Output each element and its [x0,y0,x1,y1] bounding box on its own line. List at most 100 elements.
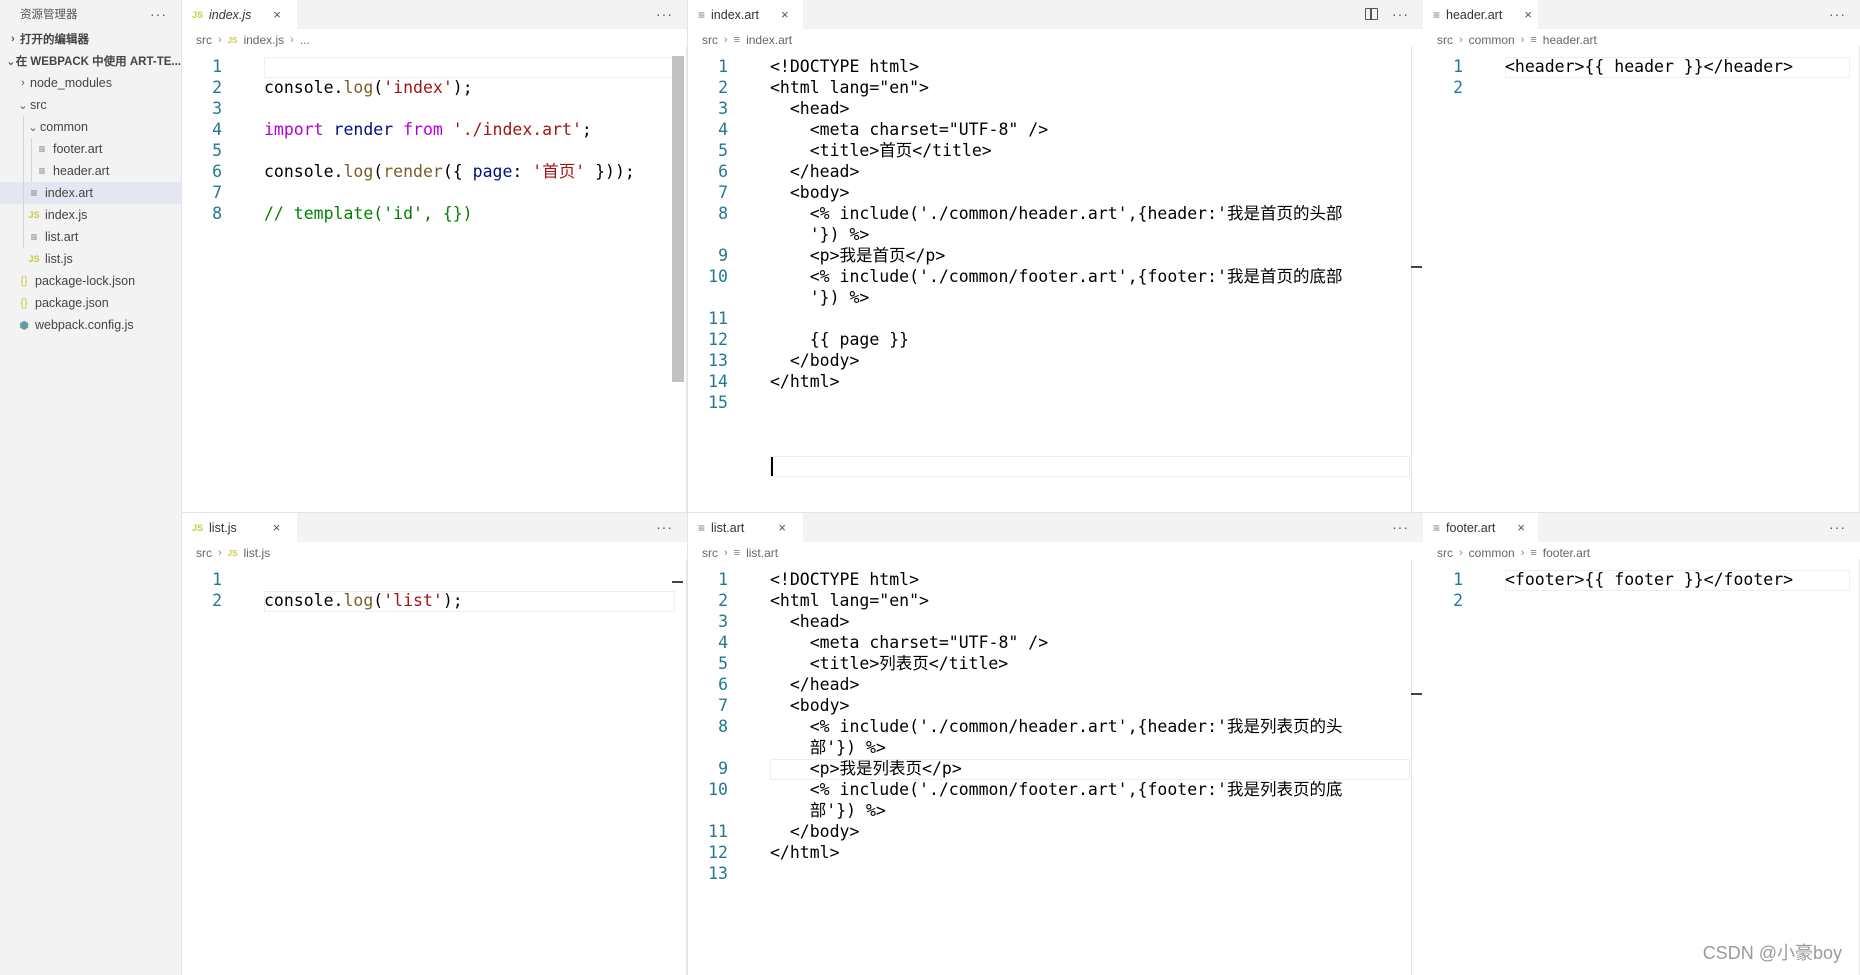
line-number: 9 [718,246,728,265]
tree-indent-guide [23,116,24,248]
breadcrumb-item[interactable]: list.js [243,546,270,560]
line-number: 2 [718,78,728,97]
line-number: 4 [718,633,728,652]
line-number: 8 [718,204,728,223]
code-line: <meta charset="UTF-8" /> [770,633,1049,652]
close-icon[interactable]: × [273,520,281,535]
watermark: CSDN @小豪boy [1702,943,1842,963]
breadcrumb-item[interactable]: index.js [243,33,284,47]
code-line: <!DOCTYPE html> [770,570,920,589]
breadcrumb-item[interactable]: index.art [746,33,792,47]
line-number: 7 [718,183,728,202]
close-icon[interactable]: × [1524,7,1532,22]
explorer-more-button[interactable]: ··· [150,6,167,22]
tab-index-art[interactable]: ≡ index.art × [688,0,803,29]
tree-item-package-json[interactable]: {} package.json [0,292,181,314]
line-number: 3 [718,99,728,118]
code-line: <% include('./common/footer.art',{footer… [770,267,1343,286]
code-editor[interactable]: 1 <!DOCTYPE html> 2 <html lang="en"> 3 <head… [688,569,1423,884]
code-row: 12 {{ page }} [688,329,1423,350]
tree-item-package-lock-json[interactable]: {} package-lock.json [0,270,181,292]
code-line: <% include('./common/footer.art',{footer… [770,780,1343,799]
editor-pane-index-art[interactable]: ≡ index.art × ··· src › ≡ index.art 1 <!D… [687,0,1423,512]
open-editors-section[interactable]: › 打开的编辑器 [0,28,181,50]
more-actions-button[interactable]: ··· [656,6,673,22]
more-actions-button[interactable]: ··· [1829,519,1846,535]
tree-item-webpack-config-js[interactable]: ⬢ webpack.config.js [0,314,181,336]
code-line: </body> [770,351,860,370]
editor-pane-list-art[interactable]: ≡ list.art × ··· src › ≡ list.art 1 <!DOC… [687,513,1423,975]
overview-ruler-mark [1411,266,1422,268]
breadcrumb-item[interactable]: ... [300,33,310,47]
chevron-right-icon: › [218,34,222,46]
more-actions-button[interactable]: ··· [1392,519,1409,535]
code-editor[interactable]: 1 <!DOCTYPE html> 2 <html lang="en"> 3 <head… [688,56,1423,413]
tree-item-footer-art[interactable]: ≡ footer.art [0,138,181,160]
explorer-title: 资源管理器 [20,9,78,21]
code-editor[interactable]: 1 <header>{{ header }}</header> 2 [1423,56,1860,98]
line-number: 1 [718,570,728,589]
tree-item-label: common [40,120,88,134]
tab-list-art[interactable]: ≡ list.art × [688,513,803,542]
tab-header-art[interactable]: ≡ header.art × [1423,0,1538,29]
split-editor-icon[interactable] [1365,8,1378,20]
line-number: 10 [708,780,728,799]
vertical-scrollbar[interactable] [672,56,684,382]
code-row: 2 [1423,590,1860,611]
more-actions-button[interactable]: ··· [1392,6,1409,22]
editor-pane-list-js[interactable]: JS list.js × ··· src › JS list.js 1 cons… [182,513,687,975]
art-file-icon: ≡ [1530,547,1537,559]
line-number: 7 [718,696,728,715]
code-row: 13 [688,863,1423,884]
code-editor[interactable]: 1 console.log('index'); 2 3 import rende… [182,56,687,224]
code-editor[interactable]: 1 <footer>{{ footer }}</footer> 2 [1423,569,1860,611]
tree-indent-guide [31,138,32,182]
tree-item-list-js[interactable]: JS list.js [0,248,181,270]
tab-list-js[interactable]: JS list.js × [182,513,297,542]
breadcrumb-item[interactable]: src [702,546,718,560]
pane-actions: ··· [656,6,673,22]
breadcrumb-item[interactable]: src [702,33,718,47]
close-icon[interactable]: × [781,7,789,22]
breadcrumb-item[interactable]: src [1437,33,1453,47]
chevron-right-icon: › [724,34,728,46]
tree-item-src[interactable]: ⌄ src [0,94,181,116]
more-actions-button[interactable]: ··· [656,519,673,535]
breadcrumb-item[interactable]: header.art [1543,33,1597,47]
more-actions-button[interactable]: ··· [1829,6,1846,22]
tree-item-list-art[interactable]: ≡ list.art [0,226,181,248]
breadcrumb-item[interactable]: common [1469,546,1515,560]
tab-bar: ≡ footer.art × ··· [1423,513,1860,542]
line-number: 3 [212,99,222,118]
tree-item-label: webpack.config.js [35,318,134,332]
breadcrumb-item[interactable]: common [1469,33,1515,47]
line-number: 9 [718,759,728,778]
chevron-right-icon: › [11,33,15,45]
breadcrumb-item[interactable]: src [1437,546,1453,560]
close-icon[interactable]: × [778,520,786,535]
editor-pane-footer-art[interactable]: ≡ footer.art × ··· src › common › ≡ foot… [1423,513,1860,975]
code-line: <body> [770,696,850,715]
breadcrumb-item[interactable]: footer.art [1543,546,1590,560]
breadcrumb-item[interactable]: src [196,33,212,47]
close-icon[interactable]: × [1517,520,1525,535]
tree-item-common[interactable]: ⌄ common [0,116,181,138]
line-number: 13 [708,864,728,883]
breadcrumb-item[interactable]: list.art [746,546,778,560]
close-icon[interactable]: × [273,7,281,22]
tree-item-index-js[interactable]: JS index.js [0,204,181,226]
code-row: 13 </body> [688,350,1423,371]
tab-footer-art[interactable]: ≡ footer.art × [1423,513,1538,542]
code-editor[interactable]: 1 console.log('list'); 2 [182,569,687,611]
code-row: 8 <% include('./common/header.art',{head… [688,203,1423,224]
chevron-right-icon: › [1520,547,1525,559]
tree-item-node-modules[interactable]: › node_modules [0,72,181,94]
tree-item-header-art[interactable]: ≡ header.art [0,160,181,182]
code-row: 15 [688,392,1423,413]
editor-pane-index-js[interactable]: JS index.js × ··· src › JS index.js › ..… [182,0,687,512]
workspace-section[interactable]: ⌄ 在 WEBPACK 中使用 ART-TE... [0,50,181,72]
tree-item-index-art[interactable]: ≡ index.art [0,182,181,204]
editor-pane-header-art[interactable]: ≡ header.art × ··· src › common › ≡ head… [1423,0,1860,512]
tab-index-js[interactable]: JS index.js × [182,0,297,29]
breadcrumb-item[interactable]: src [196,546,212,560]
